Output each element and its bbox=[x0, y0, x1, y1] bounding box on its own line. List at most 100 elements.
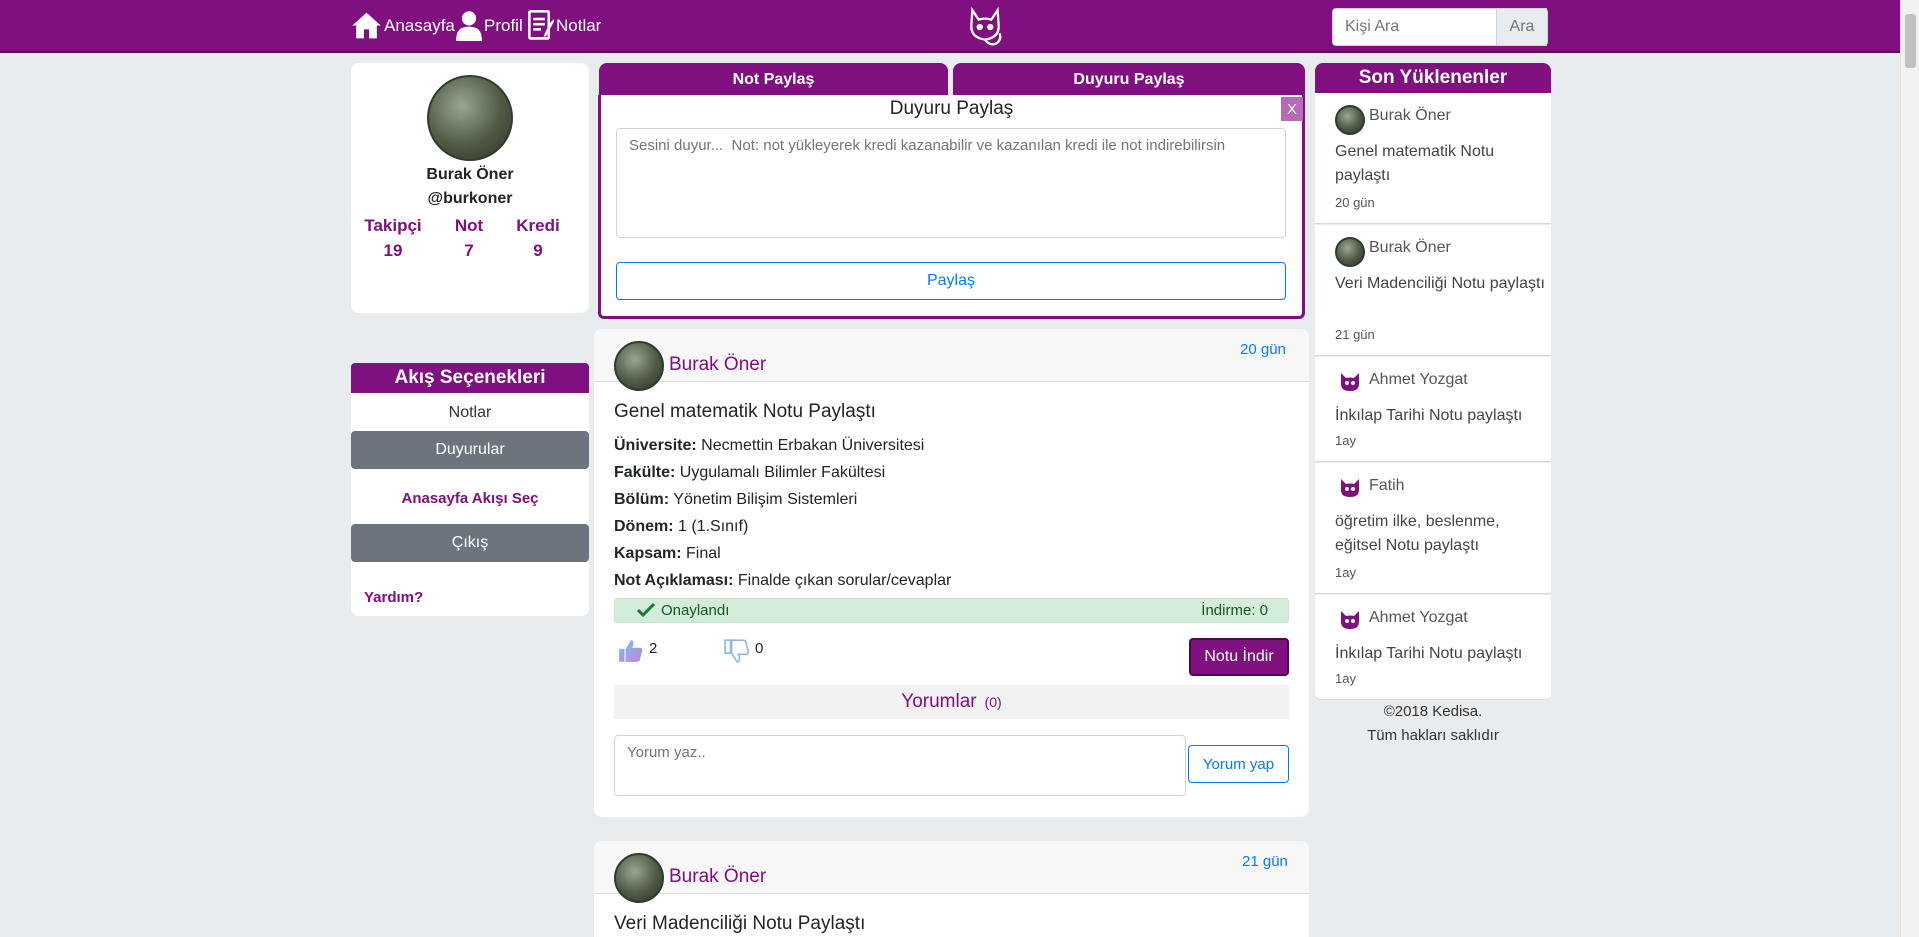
profile-name: Burak Öner bbox=[426, 166, 514, 183]
download-count: İndirme: 0 bbox=[1201, 602, 1268, 619]
field-label: Dönem: bbox=[614, 518, 674, 535]
dislike-button[interactable] bbox=[724, 638, 750, 669]
post-title: Genel matematik Notu Paylaştı bbox=[614, 401, 876, 422]
post-field-scope: Kapsam: Final bbox=[614, 545, 721, 563]
stat-followers[interactable]: Takipçi 19 bbox=[361, 216, 425, 261]
stat-value: 19 bbox=[383, 241, 403, 260]
user-icon bbox=[456, 10, 482, 41]
nav-profile-label: Profil bbox=[484, 15, 523, 35]
stat-label: Takipçi bbox=[364, 216, 422, 235]
status-bar: Onaylandı İndirme: 0 bbox=[614, 598, 1289, 623]
recent-item-name: Ahmet Yozgat bbox=[1369, 371, 1468, 388]
tab-share-announcement[interactable]: Duyuru Paylaş bbox=[953, 63, 1305, 96]
download-note-button[interactable]: Notu İndir bbox=[1189, 638, 1289, 676]
nav-profile-link[interactable]: Profil bbox=[456, 10, 523, 41]
stat-value: 7 bbox=[464, 241, 474, 260]
recent-item[interactable]: Burak Öner Veri Madenciliği Notu paylaşt… bbox=[1315, 225, 1551, 356]
post-time: 20 gün bbox=[1240, 341, 1286, 358]
recent-item-time: 21 gün bbox=[1335, 327, 1375, 342]
recent-item[interactable]: Burak Öner Genel matematik Notu paylaştı… bbox=[1315, 93, 1551, 224]
recent-item-text: İnkılap Tarihi Notu paylaştı bbox=[1335, 645, 1523, 662]
recent-item[interactable]: Ahmet Yozgat İnkılap Tarihi Notu paylaşt… bbox=[1315, 595, 1551, 700]
top-navbar: Anasayfa Profil Notlar Ara bbox=[0, 0, 1900, 53]
recent-item-text: öğretim ilke, beslenme, eğitsel Notu pay… bbox=[1335, 513, 1500, 554]
stat-credit[interactable]: Kredi 9 bbox=[506, 216, 570, 261]
notes-icon bbox=[528, 10, 554, 41]
search-button[interactable]: Ara bbox=[1496, 8, 1548, 46]
like-count: 2 bbox=[649, 640, 658, 657]
flow-item-announcements[interactable]: Duyurular bbox=[351, 431, 589, 469]
recent-item-time: 20 gün bbox=[1335, 195, 1375, 210]
flow-options-title: Akış Seçenekleri bbox=[351, 363, 589, 393]
cat-logo-icon[interactable] bbox=[964, 6, 1006, 53]
field-label: Fakülte: bbox=[614, 464, 676, 481]
comments-count: (0) bbox=[984, 694, 1002, 710]
recent-item-time: 1ay bbox=[1335, 565, 1356, 580]
recent-item-name: Burak Öner bbox=[1369, 239, 1451, 256]
post-author-avatar[interactable] bbox=[614, 853, 664, 903]
nav-notes-label: Notlar bbox=[556, 15, 602, 35]
recent-item-avatar bbox=[1335, 237, 1365, 267]
field-label: Not Açıklaması: bbox=[614, 572, 734, 589]
post-field-description: Not Açıklaması: Finalde çıkan sorular/ce… bbox=[614, 572, 951, 590]
share-panel-title: Duyuru Paylaş bbox=[889, 98, 1014, 119]
stat-label: Not bbox=[454, 216, 484, 235]
comment-submit-button[interactable]: Yorum yap bbox=[1188, 745, 1289, 783]
recent-item-name: Burak Öner bbox=[1369, 107, 1451, 124]
post-time: 21 gün bbox=[1242, 853, 1288, 870]
logout-button[interactable]: Çıkış bbox=[351, 524, 589, 562]
cat-icon bbox=[1339, 477, 1361, 504]
stat-label: Kredi bbox=[516, 216, 560, 235]
recent-item-text: Veri Madenciliği Notu paylaştı bbox=[1335, 275, 1545, 292]
page-scrollbar[interactable] bbox=[1900, 0, 1919, 937]
footer-rights: Tüm hakları saklıdır bbox=[1367, 727, 1499, 744]
help-link[interactable]: Yardım? bbox=[364, 589, 423, 606]
post-field-faculty: Fakülte: Uygulamalı Bilimler Fakültesi bbox=[614, 464, 885, 482]
announcement-textarea[interactable] bbox=[616, 128, 1286, 238]
field-value: Yönetim Bilişim Sistemleri bbox=[673, 491, 858, 508]
nav-notes-link[interactable]: Notlar bbox=[528, 10, 601, 41]
recent-item[interactable]: Fatih öğretim ilke, beslenme, eğitsel No… bbox=[1315, 463, 1551, 594]
flow-item-notes[interactable]: Notlar bbox=[351, 394, 589, 432]
recent-item[interactable]: Ahmet Yozgat İnkılap Tarihi Notu paylaşt… bbox=[1315, 357, 1551, 462]
post-field-university: Üniversite: Necmettin Erbakan Üniversite… bbox=[614, 437, 924, 455]
status-text: Onaylandı bbox=[661, 602, 730, 619]
post-title: Veri Madenciliği Notu Paylaştı bbox=[614, 913, 866, 934]
stat-notes[interactable]: Not 7 bbox=[437, 216, 501, 261]
post-author-avatar[interactable] bbox=[614, 341, 664, 391]
field-label: Bölüm: bbox=[614, 491, 670, 508]
recent-item-time: 1ay bbox=[1335, 433, 1356, 448]
close-button[interactable]: X bbox=[1281, 97, 1303, 121]
recent-item-time: 1ay bbox=[1335, 671, 1356, 686]
field-label: Kapsam: bbox=[614, 545, 682, 562]
field-value: Final bbox=[686, 545, 721, 562]
field-value: Finalde çıkan sorular/cevaplar bbox=[737, 572, 952, 589]
like-button[interactable] bbox=[618, 638, 644, 669]
post-author-name[interactable]: Burak Öner bbox=[669, 866, 766, 888]
share-panel: Duyuru Paylaş X Paylaş bbox=[598, 95, 1305, 319]
cat-icon bbox=[1339, 371, 1361, 398]
post-author-name[interactable]: Burak Öner bbox=[669, 354, 766, 376]
thumbs-down-icon bbox=[724, 639, 750, 668]
nav-home-link[interactable]: Anasayfa bbox=[351, 10, 455, 41]
field-label: Üniversite: bbox=[614, 437, 697, 454]
dislike-count: 0 bbox=[755, 640, 764, 657]
comments-header[interactable]: Yorumlar (0) bbox=[614, 685, 1289, 719]
comment-textarea[interactable] bbox=[614, 735, 1186, 796]
check-icon bbox=[636, 602, 656, 623]
post-field-term: Dönem: 1 (1.Sınıf) bbox=[614, 518, 748, 536]
tab-share-note[interactable]: Not Paylaş bbox=[599, 63, 948, 96]
cat-icon bbox=[1339, 609, 1361, 636]
comments-label: Yorumlar bbox=[901, 691, 977, 712]
recent-item-avatar bbox=[1335, 105, 1365, 135]
recent-item-text: Genel matematik Notu paylaştı bbox=[1335, 143, 1495, 184]
recent-item-text: İnkılap Tarihi Notu paylaştı bbox=[1335, 407, 1523, 424]
profile-card: Burak Öner @burkoner Takipçi 19 Not 7 Kr… bbox=[351, 63, 589, 313]
home-flow-select-link[interactable]: Anasayfa Akışı Seç bbox=[351, 479, 589, 517]
home-icon bbox=[351, 10, 382, 41]
post-card: Burak Öner 21 gün Veri Madenciliği Notu … bbox=[594, 841, 1309, 937]
scrollbar-thumb[interactable] bbox=[1905, 14, 1916, 68]
profile-avatar[interactable] bbox=[427, 75, 513, 161]
share-button[interactable]: Paylaş bbox=[616, 262, 1286, 300]
recent-uploads-title: Son Yüklenenler bbox=[1315, 63, 1551, 93]
